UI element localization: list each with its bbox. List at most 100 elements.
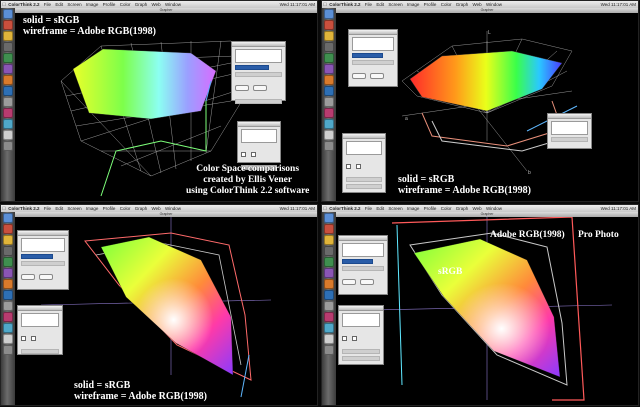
menu-color[interactable]: Color	[120, 2, 131, 7]
panel-titlebar[interactable]	[343, 134, 385, 139]
option-checkbox[interactable]	[31, 336, 36, 341]
app-icon[interactable]	[324, 86, 334, 96]
app-icon[interactable]	[3, 64, 13, 74]
menu-graph[interactable]: Graph	[135, 206, 148, 211]
app-icon[interactable]	[324, 235, 334, 245]
app-icon[interactable]	[3, 246, 13, 256]
panel-button[interactable]	[342, 279, 356, 285]
app-icon[interactable]	[324, 64, 334, 74]
panel-button[interactable]	[235, 85, 249, 91]
app-menu[interactable]: ColorThink 2.2	[329, 206, 360, 211]
option-checkbox[interactable]	[342, 336, 347, 341]
apple-menu-icon[interactable]: 	[1, 2, 7, 8]
panel-button[interactable]	[360, 279, 374, 285]
menu-edit[interactable]: Edit	[376, 206, 384, 211]
app-icon[interactable]	[324, 312, 334, 322]
menu-color[interactable]: Color	[120, 206, 131, 211]
profile-list[interactable]	[346, 141, 382, 155]
profile-list[interactable]	[235, 49, 282, 63]
menu-profile[interactable]: Profile	[424, 2, 437, 7]
option-checkbox[interactable]	[251, 152, 256, 157]
slider-row[interactable]	[235, 99, 282, 104]
menu-image[interactable]: Image	[407, 206, 420, 211]
app-icon[interactable]	[324, 246, 334, 256]
app-icon[interactable]	[324, 323, 334, 333]
graph-options-panel[interactable]	[17, 305, 63, 355]
menu-web[interactable]: Web	[473, 2, 482, 7]
menu-file[interactable]: File	[365, 206, 372, 211]
menu-screen[interactable]: Screen	[388, 2, 402, 7]
app-icon[interactable]	[324, 119, 334, 129]
app-icon[interactable]	[324, 20, 334, 30]
app-icon[interactable]	[3, 42, 13, 52]
app-icon[interactable]	[3, 334, 13, 344]
menu-color[interactable]: Color	[441, 2, 452, 7]
app-icon[interactable]	[3, 119, 13, 129]
slider-row[interactable]	[352, 60, 394, 65]
option-checkbox[interactable]	[346, 164, 351, 169]
finder-icon[interactable]	[324, 213, 334, 223]
menu-window[interactable]: Window	[486, 206, 502, 211]
menu-graph[interactable]: Graph	[456, 206, 469, 211]
panel-titlebar[interactable]	[339, 236, 387, 241]
finder-icon[interactable]	[3, 213, 13, 223]
app-icon[interactable]	[324, 31, 334, 41]
trash-icon[interactable]	[3, 141, 13, 151]
app-icon[interactable]	[324, 257, 334, 267]
app-icon[interactable]	[3, 235, 13, 245]
app-icon[interactable]	[3, 108, 13, 118]
menu-image[interactable]: Image	[86, 206, 99, 211]
app-icon[interactable]	[3, 290, 13, 300]
selected-profile-row[interactable]	[21, 254, 53, 259]
panel-button[interactable]	[39, 274, 53, 280]
profile-list[interactable]	[342, 313, 380, 327]
profile-list[interactable]	[551, 121, 588, 135]
app-icon[interactable]	[324, 224, 334, 234]
option-checkbox[interactable]	[356, 164, 361, 169]
menu-profile[interactable]: Profile	[103, 206, 116, 211]
menu-image[interactable]: Image	[86, 2, 99, 7]
menu-file[interactable]: File	[44, 206, 51, 211]
apple-menu-icon[interactable]: 	[322, 206, 328, 212]
panel-titlebar[interactable]	[238, 122, 280, 127]
panel-titlebar[interactable]	[18, 306, 62, 311]
trash-icon[interactable]	[3, 345, 13, 355]
slider-row[interactable]	[21, 349, 59, 354]
selected-profile-row[interactable]	[352, 53, 383, 58]
selected-profile-row[interactable]	[342, 259, 373, 264]
slider-row[interactable]	[346, 177, 382, 182]
graph-settings-panel[interactable]	[17, 230, 69, 290]
option-checkbox[interactable]	[21, 336, 26, 341]
profile-list[interactable]	[241, 129, 277, 143]
menu-graph[interactable]: Graph	[135, 2, 148, 7]
app-icon[interactable]	[3, 279, 13, 289]
menu-profile[interactable]: Profile	[103, 2, 116, 7]
panel-titlebar[interactable]	[339, 306, 383, 311]
menu-edit[interactable]: Edit	[376, 2, 384, 7]
profile-list[interactable]	[21, 238, 65, 252]
profile-list[interactable]	[21, 313, 59, 327]
panel-titlebar[interactable]	[232, 42, 285, 47]
app-icon[interactable]	[3, 257, 13, 267]
app-menu[interactable]: ColorThink 2.2	[8, 2, 39, 7]
app-icon[interactable]	[3, 301, 13, 311]
app-icon[interactable]	[324, 301, 334, 311]
menu-profile[interactable]: Profile	[424, 206, 437, 211]
panel-titlebar[interactable]	[548, 114, 591, 119]
app-icon[interactable]	[3, 31, 13, 41]
slider-row[interactable]	[342, 349, 380, 354]
app-icon[interactable]	[324, 53, 334, 63]
app-icon[interactable]	[3, 86, 13, 96]
menu-window[interactable]: Window	[165, 2, 181, 7]
app-icon[interactable]	[3, 224, 13, 234]
app-icon[interactable]	[324, 97, 334, 107]
graph-options-panel[interactable]	[338, 305, 384, 365]
option-checkbox[interactable]	[241, 152, 246, 157]
menu-edit[interactable]: Edit	[55, 2, 63, 7]
slider-row[interactable]	[551, 137, 588, 142]
app-icon[interactable]	[3, 268, 13, 278]
app-icon[interactable]	[3, 53, 13, 63]
graph-options-panel[interactable]	[342, 133, 386, 193]
app-icon[interactable]	[3, 75, 13, 85]
app-icon[interactable]	[324, 108, 334, 118]
